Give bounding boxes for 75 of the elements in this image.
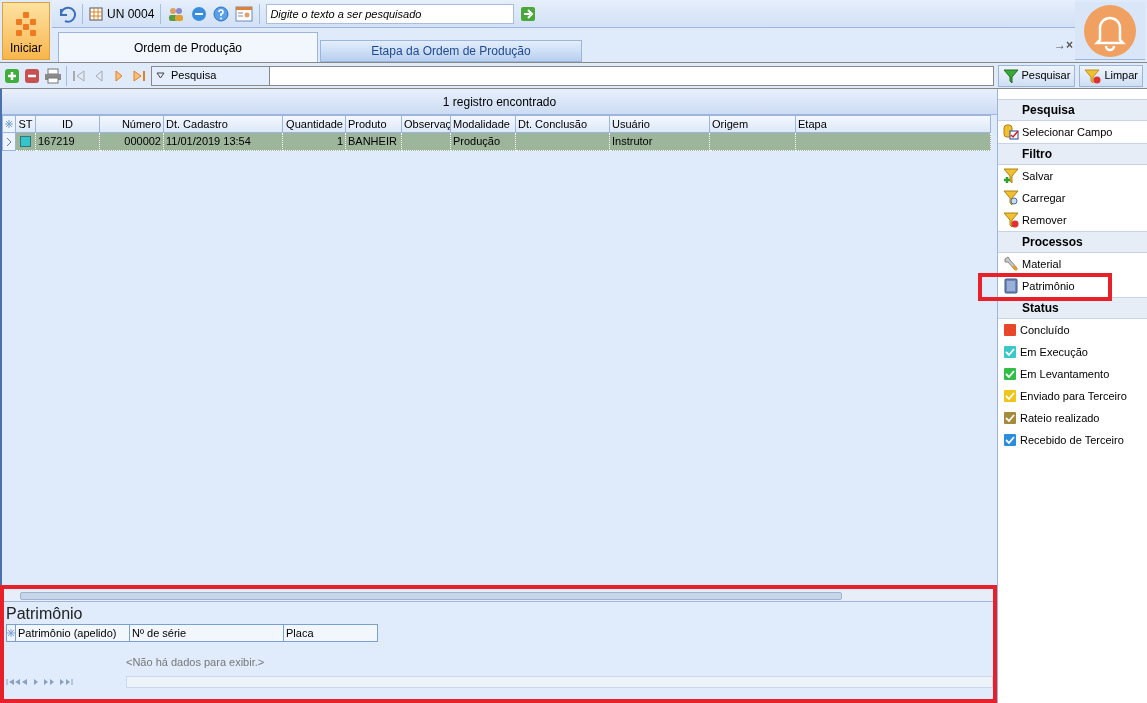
column-header[interactable]: ID <box>36 115 100 133</box>
sidebar-item[interactable]: Rateio realizado <box>1003 410 1100 426</box>
sidebar-item[interactable]: Patrimônio <box>1003 278 1075 294</box>
sidebar-item[interactable]: Em Levantamento <box>1003 366 1110 382</box>
last-icon[interactable] <box>131 67 147 84</box>
row-pointer-icon <box>6 136 12 147</box>
database-check-icon <box>1003 124 1019 140</box>
go-arrow-icon[interactable] <box>520 5 537 22</box>
remove-icon[interactable] <box>24 67 40 84</box>
column-header[interactable]: Patrimônio (apelido) <box>16 624 130 642</box>
print-icon[interactable] <box>44 67 62 84</box>
horizontal-scrollbar[interactable] <box>126 676 993 688</box>
clear-button[interactable]: Limpar <box>1079 64 1143 87</box>
section-header: Pesquisa <box>998 99 1147 121</box>
column-header[interactable]: Origem <box>710 115 796 133</box>
search-button[interactable]: Pesquisar <box>998 64 1076 87</box>
column-header[interactable]: Dt. Conclusão <box>516 115 610 133</box>
asterisk-icon <box>5 120 13 128</box>
search-field[interactable]: Digite o texto a ser pesquisado <box>266 3 515 24</box>
sidebar-item[interactable]: Salvar <box>1003 168 1054 184</box>
empty-message: <Não há dados para exibir.> <box>126 656 265 668</box>
table-cell: 167219 <box>36 133 100 151</box>
sidebar-item[interactable]: Concluído <box>1003 322 1070 338</box>
table-cell <box>402 133 451 151</box>
filter-icon <box>1003 67 1020 84</box>
column-header[interactable]: Quantidade <box>283 115 346 133</box>
tab[interactable]: Ordem de Produção <box>58 32 318 62</box>
table-cell: Instrutor <box>610 133 710 151</box>
column-header[interactable]: Etapa <box>796 115 991 133</box>
book-icon <box>1003 278 1019 294</box>
filter-search-icon <box>1003 190 1019 206</box>
section-header: Filtro <box>998 143 1147 165</box>
column-header[interactable]: Placa <box>284 624 378 642</box>
sidebar-item[interactable]: Material <box>1003 256 1062 272</box>
user-card-icon[interactable] <box>235 4 254 23</box>
filter-remove-icon <box>1003 212 1019 228</box>
logo-icon <box>13 11 39 37</box>
panel-title: Patrimônio <box>6 604 84 624</box>
section-header: Processos <box>998 231 1147 253</box>
table-cell: 11/01/2019 13:54 <box>164 133 283 151</box>
help-icon[interactable] <box>213 5 230 22</box>
sidebar-item[interactable]: Em Execução <box>1003 344 1088 360</box>
table-cell: 1 <box>283 133 346 151</box>
column-header[interactable]: ST <box>16 115 36 133</box>
column-header[interactable]: Observaç <box>402 115 451 133</box>
close-button[interactable]: × <box>1066 36 1073 54</box>
grid-icon <box>89 6 103 21</box>
pager-icon[interactable] <box>6 678 76 686</box>
column-header[interactable]: Número <box>100 115 164 133</box>
column-header[interactable]: Dt. Cadastro <box>164 115 283 133</box>
sidebar-item[interactable]: Selecionar Campo <box>1003 124 1113 140</box>
filter-remove-icon <box>1084 67 1103 84</box>
first-icon[interactable] <box>71 67 87 84</box>
column-header[interactable]: Produto <box>346 115 402 133</box>
tab[interactable]: Etapa da Ordem de Produção <box>320 40 582 62</box>
sidebar-item[interactable]: Remover <box>1003 212 1067 228</box>
bell-icon[interactable] <box>1083 3 1137 58</box>
column-header[interactable]: Usuário <box>610 115 710 133</box>
result-count: 1 registro encontrado <box>2 89 997 115</box>
wrench-icon <box>1003 256 1019 272</box>
sidebar-item[interactable]: Enviado para Terceiro <box>1003 388 1127 404</box>
filter-add-icon <box>1003 168 1019 184</box>
add-icon[interactable] <box>4 67 20 84</box>
users-icon[interactable] <box>167 5 186 22</box>
minus-circle-icon[interactable] <box>191 5 208 22</box>
table-cell: BANHEIR <box>346 133 402 151</box>
start-button[interactable]: Iniciar <box>2 2 50 60</box>
column-header[interactable]: Modalidade <box>451 115 516 133</box>
sidebar-item[interactable]: Recebido de Terceiro <box>1003 432 1124 448</box>
table-cell: 000002 <box>100 133 164 151</box>
column-header[interactable]: Nº de série <box>130 624 284 642</box>
unit-button[interactable]: UN 0004 <box>89 4 155 23</box>
pin-button[interactable]: → <box>1054 36 1066 54</box>
sidebar-item[interactable]: Carregar <box>1003 190 1066 206</box>
table-cell: Produção <box>451 133 516 151</box>
